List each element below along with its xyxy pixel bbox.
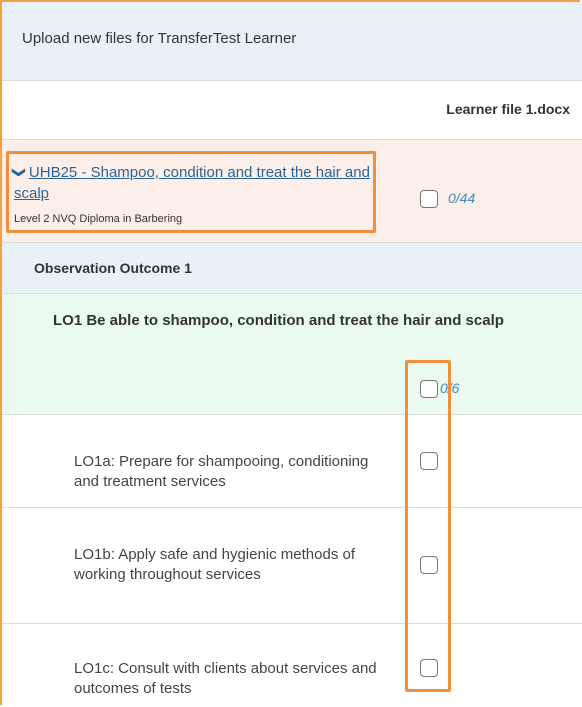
upload-header-title: Upload new files for TransferTest Learne…: [22, 30, 297, 47]
observation-row: Observation Outcome 1: [2, 243, 582, 294]
column-header-row: Learner file 1.docx: [2, 81, 582, 140]
checkbox-column-highlight: [405, 360, 451, 692]
file-column-header: Learner file 1.docx: [446, 101, 570, 117]
unit-subtitle: Level 2 NVQ Diploma in Barbering: [14, 213, 183, 225]
upload-header: Upload new files for TransferTest Learne…: [2, 2, 582, 81]
criteria-label: LO1c: Consult with clients about service…: [74, 660, 377, 697]
unit-title-text[interactable]: UHB25 - Shampoo, condition and treat the…: [14, 164, 370, 202]
observation-title: Observation Outcome 1: [34, 260, 192, 276]
learning-outcome-title: LO1 Be able to shampoo, condition and tr…: [53, 312, 504, 329]
chevron-down-icon[interactable]: ❯: [9, 167, 30, 178]
unit-count: 0/44: [448, 190, 476, 206]
criteria-label: LO1b: Apply safe and hygienic methods of…: [74, 546, 356, 583]
unit-title-link[interactable]: ❯ UHB25 - Shampoo, condition and treat th…: [12, 162, 374, 204]
criteria-label: LO1a: Prepare for shampooing, conditioni…: [74, 453, 369, 490]
unit-checkbox[interactable]: [420, 190, 438, 208]
